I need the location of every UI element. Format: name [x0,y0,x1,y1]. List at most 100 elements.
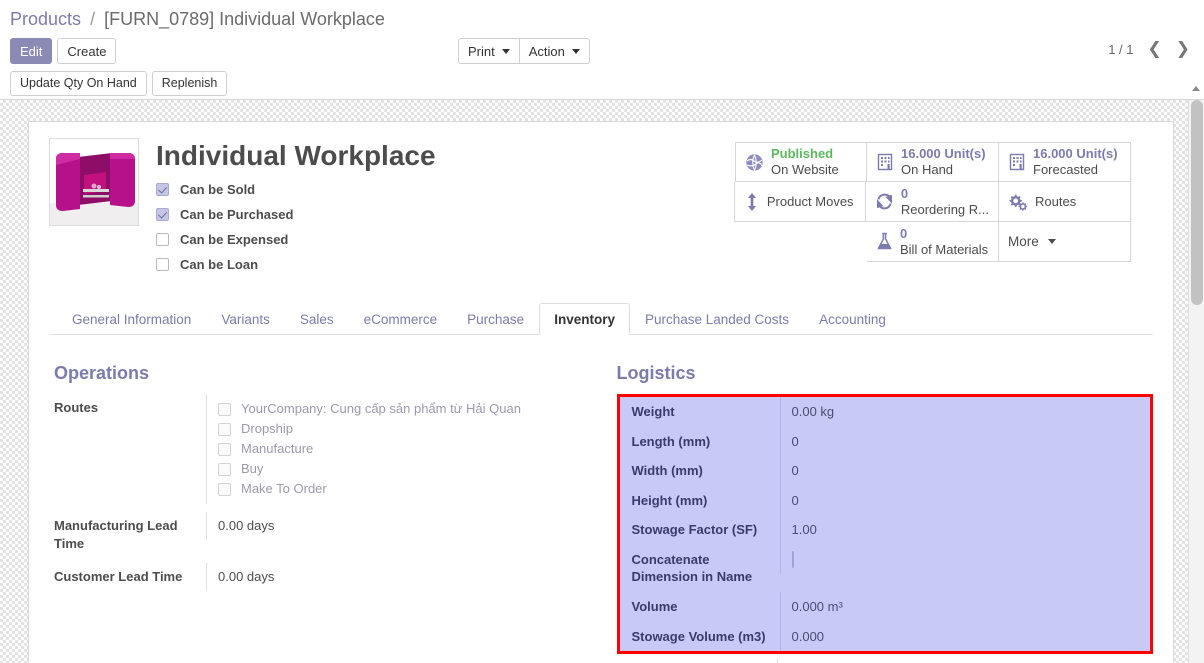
scrollbar-thumb[interactable] [1191,100,1203,305]
stat-button-routes[interactable]: Routes [999,182,1131,222]
create-button[interactable]: Create [57,38,116,64]
can-be-sold-row[interactable]: Can be Sold [156,177,734,202]
route-checkbox[interactable] [218,483,231,496]
length-row: Length (mm) 0 [620,427,1151,457]
stowage-volume-value[interactable]: 0.000 [780,622,1151,652]
weight-row: Weight 0.00 kg [620,397,1151,427]
stat-button-bill-of-materials[interactable]: 0 Bill of Materials [867,222,999,262]
edit-button[interactable]: Edit [10,38,52,64]
stat-forecasted-unit: Unit(s) [1076,146,1117,161]
route-label: Dropship [241,420,293,438]
stat-on-hand-unit: Unit(s) [944,146,985,161]
record-header: Individual Workplace Can be Sold Can be … [49,138,1153,277]
operations-group: Operations Routes YourCompany: Cung cấp … [54,363,604,663]
route-label: Manufacture [241,440,313,458]
route-checkbox[interactable] [218,423,231,436]
stat-on-hand-value: 16.000 [901,146,941,161]
route-checkbox[interactable] [218,403,231,416]
logistics-highlight-box: Weight 0.00 kg Length (mm) 0 Width (mm) … [617,394,1154,654]
can-be-purchased-checkbox[interactable] [156,208,169,221]
route-option-buy[interactable]: Buy [218,459,604,479]
chevron-right-icon[interactable]: ❯ [1176,41,1190,58]
route-option-make-to-order[interactable]: Make To Order [218,479,604,499]
responsible-value[interactable]: OdooBot [777,658,1154,663]
tab-variants[interactable]: Variants [206,303,285,335]
can-be-expensed-checkbox[interactable] [156,233,169,246]
tab-purchase[interactable]: Purchase [452,303,539,335]
stat-bom-value: 0 [900,226,907,241]
form-sheet: Individual Workplace Can be Sold Can be … [28,121,1174,663]
vertical-scrollbar[interactable] [1188,100,1204,663]
tab-ecommerce[interactable]: eCommerce [349,303,453,335]
product-image[interactable] [49,138,139,226]
print-dropdown[interactable]: Print [458,38,520,64]
height-label: Height (mm) [620,486,780,516]
operations-title: Operations [54,363,604,384]
route-checkbox[interactable] [218,463,231,476]
caret-down-icon [572,49,580,54]
customer-lead-time-label: Customer Lead Time [54,563,206,591]
concatenate-dimension-checkbox[interactable] [792,551,794,568]
volume-value[interactable]: 0.000 m³ [780,592,1151,622]
route-option-dropship[interactable]: Dropship [218,419,604,439]
stat-button-product-moves[interactable]: Product Moves [734,182,866,222]
manufacturing-lead-time-row: Manufacturing Lead Time 0.00 days [54,512,604,557]
can-be-sold-checkbox[interactable] [156,183,169,196]
can-be-loan-row[interactable]: Can be Loan [156,252,734,277]
width-value[interactable]: 0 [780,456,1151,486]
stat-button-forecasted[interactable]: 16.000 Unit(s) Forecasted [999,142,1131,182]
customer-lead-time-value[interactable]: 0.00 days [206,563,604,591]
stat-button-published[interactable]: Published On Website [735,142,867,182]
tab-sales[interactable]: Sales [285,303,349,335]
route-checkbox[interactable] [218,443,231,456]
stowage-factor-row: Stowage Factor (SF) 1.00 [620,515,1151,545]
can-be-loan-checkbox[interactable] [156,258,169,271]
stowage-factor-value[interactable]: 1.00 [780,515,1151,545]
can-be-sold-label: Can be Sold [180,182,255,197]
breadcrumb-root[interactable]: Products [10,9,81,29]
stat-published-label: On Website [771,162,839,178]
height-value[interactable]: 0 [780,486,1151,516]
volume-row: Volume 0.000 m³ [620,592,1151,622]
length-value[interactable]: 0 [780,427,1151,457]
route-option-manufacture[interactable]: Manufacture [218,439,604,459]
route-label: Buy [241,460,263,478]
tab-accounting[interactable]: Accounting [804,303,901,335]
width-label: Width (mm) [620,456,780,486]
can-be-purchased-row[interactable]: Can be Purchased [156,202,734,227]
more-label: More [1008,234,1039,249]
update-qty-on-hand-button[interactable]: Update Qty On Hand [10,71,147,96]
scroll-up-arrow-icon[interactable] [1192,86,1200,91]
route-option-yourcompany[interactable]: YourCompany: Cung cấp sản phẩm từ Hải Qu… [218,399,604,419]
product-thumbnail-graphic [50,139,138,225]
stat-reordering-label: Reordering R... [901,202,989,218]
breadcrumb-current: [FURN_0789] Individual Workplace [104,9,385,29]
refresh-icon [875,192,894,211]
print-label: Print [468,45,495,58]
width-row: Width (mm) 0 [620,456,1151,486]
routes-label: Routes [54,394,206,422]
tab-inventory[interactable]: Inventory [539,303,630,335]
weight-value[interactable]: 0.00 kg [780,397,1151,427]
stat-button-reordering-rules[interactable]: 0 Reordering R... [866,182,999,222]
stat-button-on-hand[interactable]: 16.000 Unit(s) On Hand [867,142,999,182]
replenish-button[interactable]: Replenish [152,71,228,96]
manufacturing-lead-time-value[interactable]: 0.00 days [206,512,604,540]
page-title: Individual Workplace [156,140,734,172]
stat-forecasted-label: Forecasted [1033,162,1118,178]
concatenate-dimension-label: Concatenate Dimension in Name [620,545,780,592]
can-be-expensed-row[interactable]: Can be Expensed [156,227,734,252]
tab-general-information[interactable]: General Information [57,303,206,335]
route-label: YourCompany: Cung cấp sản phẩm từ Hải Qu… [241,400,521,418]
stat-button-more[interactable]: More [999,222,1131,262]
stat-forecasted-value: 16.000 [1033,146,1073,161]
chevron-left-icon[interactable]: ❮ [1148,41,1162,58]
building-icon [1008,153,1026,171]
tab-purchase-landed-costs[interactable]: Purchase Landed Costs [630,303,804,335]
action-dropdown[interactable]: Action [520,38,590,64]
globe-icon [745,153,764,172]
stat-on-hand-label: On Hand [901,162,986,178]
pager: 1 / 1 ❮ ❯ [1108,41,1190,58]
manufacturing-lead-time-label: Manufacturing Lead Time [54,512,206,557]
stat-bom-label: Bill of Materials [900,242,988,258]
